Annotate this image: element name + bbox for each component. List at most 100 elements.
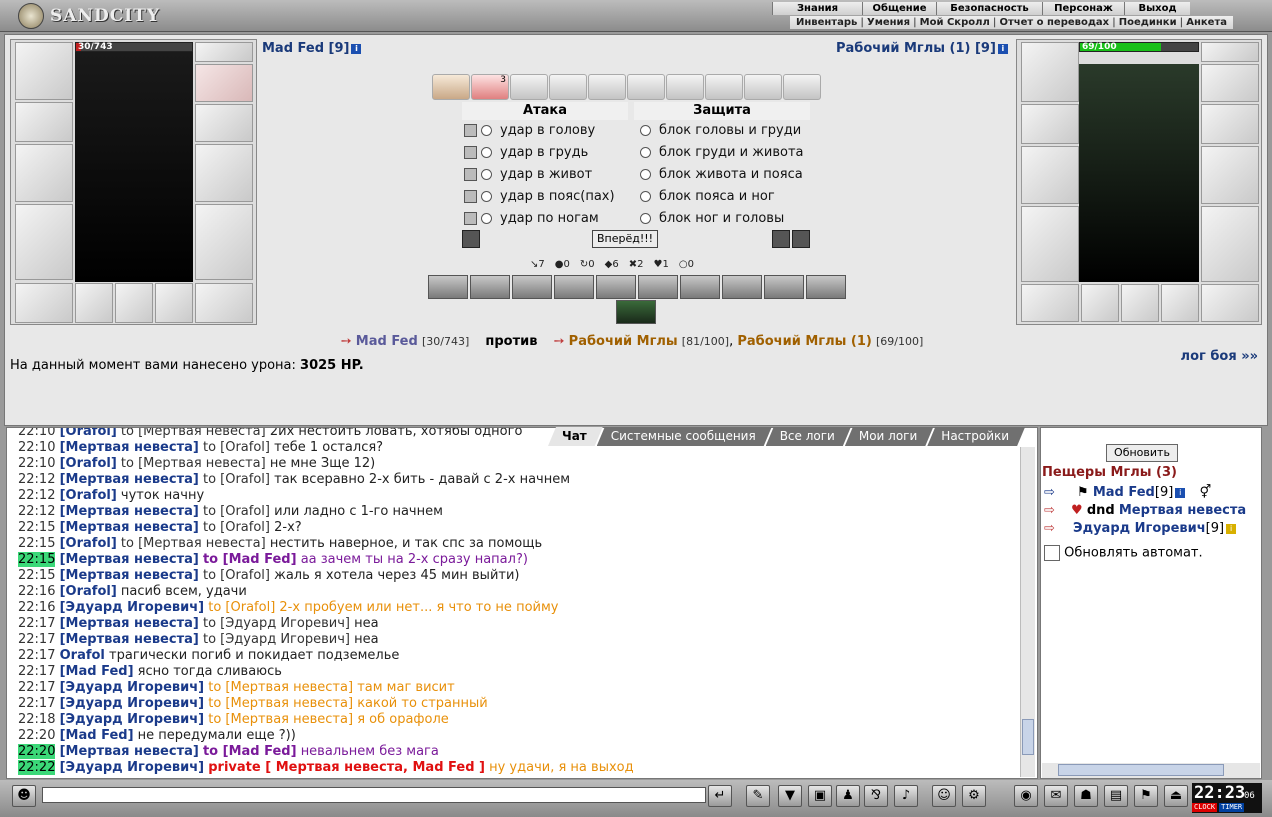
- message-time[interactable]: 22:12: [18, 488, 55, 503]
- emoticon-icon[interactable]: ☺: [932, 785, 956, 807]
- skill-9[interactable]: [764, 275, 804, 299]
- scroll-slot-9[interactable]: [744, 74, 782, 100]
- room-member[interactable]: ⇨ Эдуард Игоревич[9] i: [1044, 521, 1237, 536]
- refresh-icon[interactable]: [792, 230, 810, 248]
- member-name[interactable]: Mad Fed: [1093, 485, 1155, 500]
- flag-icon[interactable]: ⚑: [1134, 785, 1158, 807]
- enemy-avatar[interactable]: [1079, 64, 1199, 282]
- member-name[interactable]: Мертвая невеста: [1119, 503, 1246, 518]
- skill-special[interactable]: [616, 300, 656, 324]
- info-icon[interactable]: i: [1226, 523, 1237, 534]
- enemy-name[interactable]: Рабочий Мглы (1) [9] i: [836, 41, 1008, 56]
- auto-refresh-checkbox[interactable]: [1044, 545, 1060, 561]
- radio[interactable]: [640, 125, 651, 136]
- attack-row-chest[interactable]: удар в грудь: [464, 142, 588, 164]
- message-time[interactable]: 22:10: [18, 428, 55, 439]
- bag-icon[interactable]: ◉: [1014, 785, 1038, 807]
- message-time[interactable]: 22:17: [18, 696, 55, 711]
- message-author[interactable]: [Мертвая невеста]: [60, 616, 199, 631]
- message-recipient[interactable]: to [Orafol]: [208, 600, 275, 615]
- enemy-helmet-slot[interactable]: [1021, 42, 1079, 102]
- enemy-belt-slot[interactable]: [1021, 284, 1079, 322]
- enemy-rune-slot-1[interactable]: [1081, 284, 1119, 322]
- message-recipient[interactable]: to [Orafol]: [203, 472, 270, 487]
- checkbox[interactable]: [464, 212, 477, 225]
- submenu-skills[interactable]: Умения: [867, 16, 910, 29]
- enemy-earring-slot[interactable]: [1201, 42, 1259, 62]
- message-time[interactable]: 22:16: [18, 584, 55, 599]
- walk-icon[interactable]: ♟: [836, 785, 860, 807]
- scroll-slot-6[interactable]: [627, 74, 665, 100]
- radio[interactable]: [640, 191, 651, 202]
- radio[interactable]: [481, 169, 492, 180]
- message-recipient[interactable]: to [Orafol]: [203, 504, 270, 519]
- scroll-slot-4[interactable]: [549, 74, 587, 100]
- skill-3[interactable]: [512, 275, 552, 299]
- offhand-slot[interactable]: [195, 144, 253, 202]
- message-time[interactable]: 22:10: [18, 456, 55, 471]
- scrollbar-thumb[interactable]: [1058, 764, 1224, 776]
- filter-icon[interactable]: ▼: [778, 785, 802, 807]
- enemy-armor-slot[interactable]: [1021, 206, 1079, 282]
- message-recipient[interactable]: private [ Мертвая невеста, Mad Fed ]: [208, 760, 485, 775]
- radio[interactable]: [481, 191, 492, 202]
- message-author[interactable]: [Orafol]: [60, 584, 117, 599]
- message-time[interactable]: 22:15: [18, 568, 55, 583]
- scroll-slot-3[interactable]: [510, 74, 548, 100]
- scrollbar-thumb[interactable]: [1022, 719, 1034, 755]
- armor-slot[interactable]: [15, 204, 73, 280]
- message-time[interactable]: 22:22: [18, 760, 56, 775]
- skill-4[interactable]: [554, 275, 594, 299]
- versus-enemy-1[interactable]: Рабочий Мглы: [569, 334, 678, 349]
- message-time[interactable]: 22:15: [18, 536, 55, 551]
- info-icon[interactable]: i: [351, 43, 362, 54]
- submenu-duels[interactable]: Поединки: [1119, 16, 1177, 29]
- radio[interactable]: [481, 147, 492, 158]
- message-author[interactable]: [Эдуард Игоревич]: [60, 760, 205, 775]
- skill-10[interactable]: [806, 275, 846, 299]
- message-author[interactable]: [Эдуард Игоревич]: [60, 680, 205, 695]
- submenu-profile[interactable]: Анкета: [1186, 16, 1227, 29]
- translit-icon[interactable]: ⅋: [864, 785, 888, 807]
- sound-icon[interactable]: ♪: [894, 785, 918, 807]
- skill-5[interactable]: [596, 275, 636, 299]
- message-time[interactable]: 22:17: [18, 616, 55, 631]
- belt-slot[interactable]: [15, 283, 73, 323]
- smile-icon[interactable]: ☻: [12, 785, 36, 807]
- whisper-icon[interactable]: ⇨: [1044, 485, 1055, 500]
- skill-1[interactable]: [428, 275, 468, 299]
- versus-enemy-2[interactable]: Рабочий Мглы (1): [737, 334, 871, 349]
- info-icon[interactable]: i: [1175, 487, 1186, 498]
- block-row-4[interactable]: блок пояса и ног: [640, 186, 775, 208]
- tab-system-messages[interactable]: Системные сообщения: [597, 427, 772, 446]
- scroll-slot-8[interactable]: [705, 74, 743, 100]
- enemy-bracers-slot[interactable]: [1021, 104, 1079, 144]
- attack-row-legs[interactable]: удар по ногам: [464, 208, 599, 230]
- tab-chat[interactable]: Чат: [548, 427, 603, 446]
- message-author[interactable]: [Эдуард Игоревич]: [60, 712, 205, 727]
- tab-my-logs[interactable]: Мои логи: [845, 427, 933, 446]
- radio[interactable]: [640, 169, 651, 180]
- message-recipient[interactable]: to [Orafol]: [203, 568, 270, 583]
- refresh-button[interactable]: Обновить: [1106, 444, 1178, 462]
- boots-slot[interactable]: [195, 283, 253, 323]
- message-recipient[interactable]: to [Мертвая невеста]: [208, 696, 353, 711]
- message-author[interactable]: Orafol: [60, 648, 105, 663]
- enemy-amulet-slot[interactable]: [1201, 64, 1259, 102]
- message-recipient[interactable]: to [Orafol]: [203, 440, 270, 455]
- message-author[interactable]: [Мертвая невеста]: [60, 632, 199, 647]
- enemy-rune-slot-2[interactable]: [1121, 284, 1159, 322]
- message-recipient[interactable]: to [Мертвая невеста]: [208, 712, 353, 727]
- send-icon[interactable]: ↵: [708, 785, 732, 807]
- room-member[interactable]: ⇨ ♥ dnd Мертвая невеста: [1044, 503, 1246, 518]
- radio[interactable]: [481, 213, 492, 224]
- tab-settings[interactable]: Настройки: [927, 427, 1025, 446]
- skill-7[interactable]: [680, 275, 720, 299]
- whisper-icon[interactable]: ⇨: [1044, 521, 1055, 536]
- block-row-1[interactable]: блок головы и груди: [640, 120, 801, 142]
- message-recipient[interactable]: to [Мертвая невеста]: [121, 428, 266, 439]
- scroll-icon[interactable]: ✉: [1044, 785, 1068, 807]
- message-time[interactable]: 22:17: [18, 648, 55, 663]
- eraser-icon[interactable]: ✎: [746, 785, 770, 807]
- message-author[interactable]: [Мертвая невеста]: [60, 440, 199, 455]
